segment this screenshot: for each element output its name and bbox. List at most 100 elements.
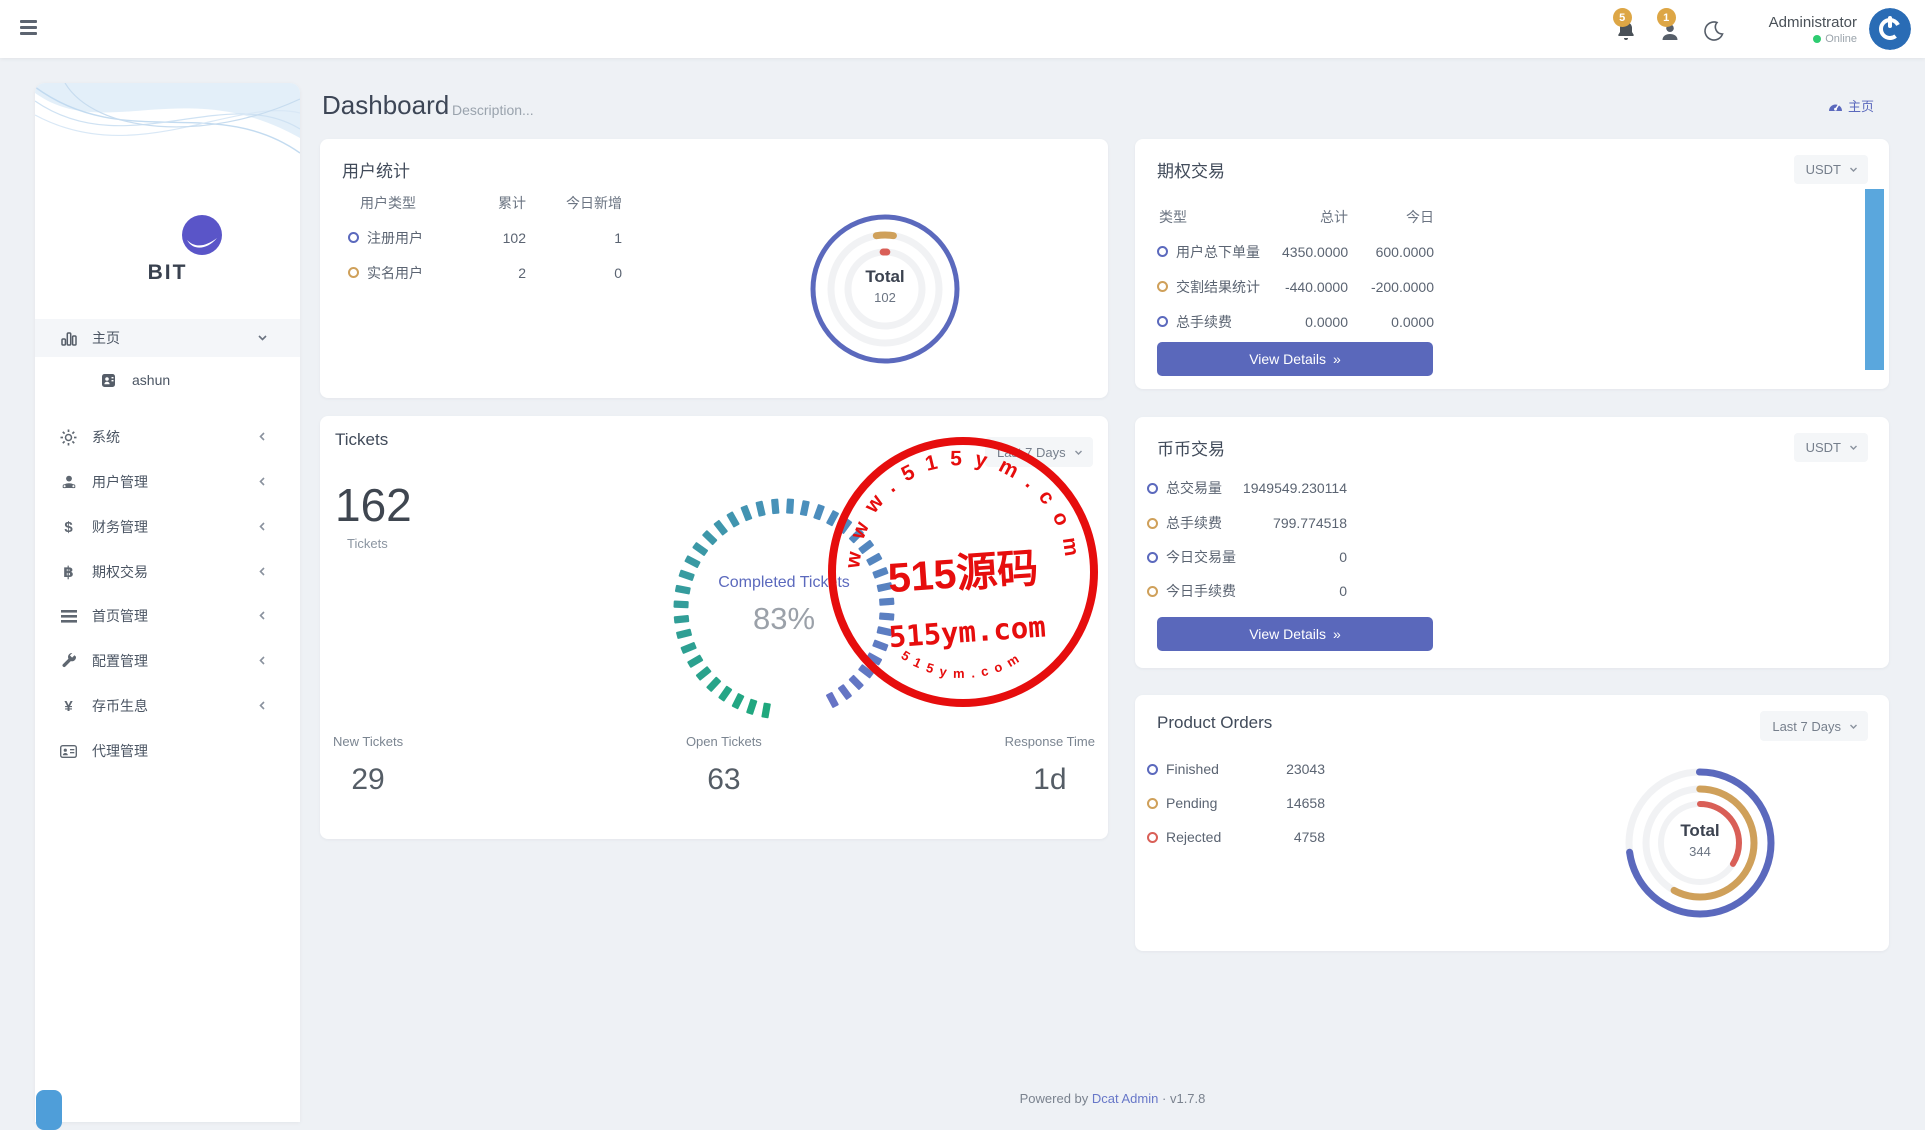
row-marker <box>348 267 359 278</box>
chevron-left-icon <box>257 610 268 621</box>
chart-bar-icon <box>60 330 77 347</box>
range-select[interactable]: Last 7 Days <box>1760 711 1868 741</box>
col-header: 总计 <box>1282 207 1348 227</box>
card-title: 期权交易 <box>1157 157 1225 182</box>
stat-row: Rejected 4758 <box>1147 829 1325 845</box>
bars-icon <box>60 608 77 625</box>
sidebar-item-options-trade[interactable]: ฿ 期权交易 <box>35 553 300 591</box>
row-marker <box>1157 281 1168 292</box>
chevron-down-icon <box>1849 165 1858 174</box>
contact-card-icon <box>100 372 117 389</box>
card-title: Tickets <box>335 430 388 450</box>
sidebar-item-homepage-manage[interactable]: 首页管理 <box>35 597 300 635</box>
chevron-left-icon <box>257 431 268 442</box>
col-header: 今日新增 <box>526 193 622 213</box>
breadcrumb-label: 主页 <box>1848 96 1874 115</box>
chevron-down-icon <box>1849 722 1858 731</box>
table-row: 交割结果统计 -440.0000 -200.0000 <box>1147 269 1434 304</box>
version: v1.7.8 <box>1170 1091 1205 1106</box>
gear-icon <box>60 429 77 446</box>
avatar[interactable] <box>1869 8 1911 50</box>
stat-row: 今日手续费 0 <box>1147 581 1347 601</box>
double-chevron-right-icon: » <box>1333 351 1341 367</box>
sidebar-item-system[interactable]: 系统 <box>35 418 300 456</box>
row-marker <box>1147 798 1158 809</box>
user-name: Administrator <box>1769 14 1857 31</box>
user-notifications-button[interactable]: 1 <box>1657 16 1683 42</box>
user-icon <box>60 474 77 491</box>
notifications-bell-button[interactable]: 5 <box>1613 16 1639 42</box>
sidebar-item-ashun[interactable]: ashun <box>35 361 300 399</box>
col-header: 累计 <box>464 193 526 213</box>
card-title: Product Orders <box>1157 713 1272 733</box>
sidebar-item-home[interactable]: 主页 <box>35 319 300 357</box>
table-row: 总手续费 0.0000 0.0000 <box>1147 304 1434 339</box>
tickets-total-label: Tickets <box>347 536 388 551</box>
svg-text:515ym.com: 515ym.com <box>899 648 1028 681</box>
stat-block: Open Tickets 63 <box>686 734 762 797</box>
watermark-stamp: www.515ym.com 515源码 515ym.com 515ym.com <box>823 427 1103 719</box>
waves-decoration <box>35 83 300 233</box>
row-marker <box>1147 764 1158 775</box>
sidebar-item-users[interactable]: 用户管理 <box>35 463 300 501</box>
stat-block: Response Time 1d <box>1005 734 1095 797</box>
user-badge: 1 <box>1657 8 1676 27</box>
view-details-button[interactable]: View Details » <box>1157 617 1433 651</box>
option-trade-table: 类型 总计 今日 用户总下单量 4350.0000 600.0000 交割结果统… <box>1147 199 1434 339</box>
table-row: 实名用户 2 0 <box>334 255 622 290</box>
online-dot-icon <box>1813 35 1821 43</box>
chevron-left-icon <box>257 566 268 577</box>
page-title: Dashboard <box>322 90 449 121</box>
col-header: 今日 <box>1348 207 1434 227</box>
row-marker <box>1147 483 1158 494</box>
row-marker <box>348 232 359 243</box>
sidebar-item-deposit-interest[interactable]: ¥ 存币生息 <box>35 687 300 725</box>
col-header: 用户类型 <box>334 193 464 213</box>
user-info[interactable]: Administrator Online <box>1769 14 1857 45</box>
dark-mode-toggle[interactable] <box>1701 16 1727 42</box>
row-marker <box>1147 552 1158 563</box>
sidebar-item-config[interactable]: 配置管理 <box>35 642 300 680</box>
yen-icon: ¥ <box>60 698 77 715</box>
footer: Powered by Dcat Admin · v1.7.8 <box>300 1091 1925 1106</box>
chevron-left-icon <box>257 476 268 487</box>
option-trade-card: 期权交易 USDT 类型 总计 今日 用户总下单量 4350.0000 600.… <box>1135 139 1889 389</box>
breadcrumb[interactable]: 主页 <box>1828 96 1874 115</box>
gauge-icon <box>1828 99 1843 112</box>
sidebar-item-agents[interactable]: 代理管理 <box>35 732 300 770</box>
row-marker <box>1147 586 1158 597</box>
view-details-button[interactable]: View Details » <box>1157 342 1433 376</box>
chevron-down-icon <box>1849 443 1858 452</box>
vertical-scrollbar-thumb[interactable] <box>1865 189 1884 370</box>
sidebar-item-finance[interactable]: $ 财务管理 <box>35 508 300 546</box>
row-marker <box>1157 316 1168 327</box>
corner-scroll-button[interactable] <box>36 1090 62 1130</box>
brand-name: BIT <box>35 261 300 285</box>
col-header: 类型 <box>1147 207 1282 227</box>
currency-select[interactable]: USDT <box>1794 155 1868 184</box>
donut-center-label: Total 102 <box>825 267 945 305</box>
bitcoin-icon: ฿ <box>60 564 77 581</box>
stat-row: Pending 14658 <box>1147 795 1325 811</box>
moon-icon <box>1703 20 1725 42</box>
stat-row: Finished 23043 <box>1147 761 1325 777</box>
sidebar: BIT 主页 ashun 系统 <box>35 83 300 1122</box>
donut-center-label: Total 344 <box>1640 821 1760 859</box>
dcat-admin-link[interactable]: Dcat Admin <box>1092 1091 1158 1106</box>
card-title: 用户统计 <box>342 157 410 182</box>
logo-area: BIT <box>35 83 300 233</box>
stat-row: 总交易量 1949549.230114 <box>1147 478 1347 498</box>
chevron-down-icon <box>257 332 268 343</box>
currency-select[interactable]: USDT <box>1794 433 1868 462</box>
double-chevron-right-icon: » <box>1333 626 1341 642</box>
wrench-icon <box>60 653 77 670</box>
product-orders-card: Product Orders Last 7 Days Finished 2304… <box>1135 695 1889 951</box>
bell-badge: 5 <box>1613 8 1632 27</box>
stat-row: 今日交易量 0 <box>1147 547 1347 567</box>
chevron-left-icon <box>257 521 268 532</box>
menu-toggle-icon[interactable] <box>20 20 37 35</box>
stamp-url: 515ym.com <box>888 609 1047 654</box>
user-stats-table: 用户类型 累计 今日新增 注册用户 102 1 实名用户 2 0 <box>334 185 622 290</box>
chevron-left-icon <box>257 700 268 711</box>
address-card-icon <box>60 743 77 760</box>
